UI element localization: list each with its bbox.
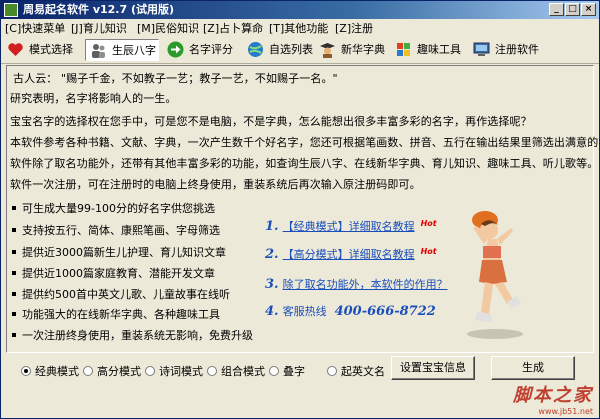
toolbar-label: 生辰八字 — [112, 44, 156, 57]
intro-line: 软件除了取名功能外，还带有其他丰富多彩的功能，如查询生辰八字、在线新华字典、育儿… — [10, 157, 599, 170]
toolbar-custom-list[interactable]: 自选列表 — [243, 39, 319, 61]
toolbar: 模式选择 生辰八字 名字评分 自选列表 新华字典 趣味工具 注册软件 — [1, 38, 599, 64]
radio-indicator — [145, 366, 155, 376]
maximize-button[interactable]: □ — [565, 3, 580, 16]
feature-bullet: 支持按五行、简体、康熙笔画、字母筛选 — [12, 222, 220, 238]
close-button[interactable]: × — [581, 3, 596, 16]
girl-illustration — [467, 211, 523, 339]
mode-radio-repeat[interactable]: 叠字 — [269, 363, 305, 379]
menu-divination[interactable]: [Z]占卜算命 — [203, 19, 263, 38]
intro-line: 宝宝名字的选择权在您手中，可是您不是电脑，不是字典，怎么能想出很多丰富多彩的名字… — [10, 115, 532, 128]
feature-bullet: 可生成大量99-100分的好名字供您挑选 — [12, 200, 215, 216]
people-icon — [90, 42, 107, 59]
toolbar-label: 注册软件 — [495, 43, 539, 56]
toolbar-fun-tools[interactable]: 趣味工具 — [391, 39, 469, 61]
title-bar[interactable]: 周易起名软件 v12.7 (试用版) _ □ × — [1, 1, 599, 19]
mode-radio-english[interactable]: 起英文名 — [327, 363, 385, 379]
mode-radio-highscore[interactable]: 高分模式 — [83, 363, 141, 379]
intro-quote: 古人云： "赐子千金，不如教子一艺；教子一艺，不如赐子一名。" — [13, 72, 338, 85]
radio-indicator — [21, 366, 31, 376]
set-baby-info-button[interactable]: 设置宝宝信息 — [391, 356, 475, 380]
link-software-features[interactable]: 3. 除了取名功能外，本软件的作用？ — [265, 276, 448, 292]
generate-button[interactable]: 生成 — [491, 356, 575, 380]
radio-indicator — [83, 366, 93, 376]
feature-bullet: 功能强大的在线新华字典、各种趣味工具 — [12, 306, 220, 322]
toolbar-label: 名字评分 — [189, 43, 233, 56]
app-window: 周易起名软件 v12.7 (试用版) _ □ × [C]快速菜单 [J]育儿知识… — [0, 0, 600, 419]
intro-line: 研究表明，名字将影响人的一生。 — [10, 92, 177, 105]
intro-line: 本软件参考各种书籍、文献、字典，一次产生数千个好名字，您还可根据笔画数、拼音、五… — [10, 136, 600, 149]
link-classic-tutorial[interactable]: 1. 【经典模式】详细取名教程 Hot — [265, 218, 437, 234]
mode-radio-poetry[interactable]: 诗词模式 — [145, 363, 203, 379]
toolbar-label: 自选列表 — [269, 43, 313, 56]
intro-line: 软件一次注册，可在注册时的电脑上终身使用，重装系统后再次输入原注册码即可。 — [10, 178, 421, 191]
minimize-button[interactable]: _ — [549, 3, 564, 16]
radio-indicator — [207, 366, 217, 376]
toolbar-register[interactable]: 注册软件 — [469, 39, 547, 61]
radio-indicator — [269, 366, 279, 376]
toolbar-mode-select[interactable]: 模式选择 — [3, 39, 81, 61]
feature-bullet: 提供近1000篇家庭教育、潜能开发文章 — [12, 265, 215, 281]
link-highscore-tutorial[interactable]: 2. 【高分模式】详细取名教程 Hot — [265, 246, 437, 262]
toolbar-label: 趣味工具 — [417, 43, 461, 56]
site-watermark: 脚本之家 www.jb51.net — [513, 385, 593, 416]
windows-flag-icon — [395, 41, 412, 58]
arrow-right-icon — [167, 41, 184, 58]
mode-radio-classic[interactable]: 经典模式 — [21, 363, 79, 379]
main-panel: 古人云： "赐子千金，不如教子一艺；教子一艺，不如赐子一名。" 研究表明，名字将… — [6, 65, 600, 353]
menu-register[interactable]: [Z]注册 — [335, 19, 373, 38]
toolbar-name-score[interactable]: 名字评分 — [163, 39, 241, 61]
menu-bar: [C]快速菜单 [J]育儿知识 [M]民俗知识 [Z]占卜算命 [T]其他功能 … — [1, 19, 599, 39]
toolbar-label: 新华字典 — [341, 43, 385, 56]
menu-parenting[interactable]: [J]育儿知识 — [71, 19, 127, 38]
heart-icon — [7, 41, 24, 58]
feature-bullet: 提供约500首中英文儿歌、儿童故事在线听 — [12, 286, 230, 302]
menu-other[interactable]: [T]其他功能 — [269, 19, 328, 38]
customer-hotline: 4. 客服热线 400-666-8722 — [265, 304, 436, 319]
radio-indicator — [327, 366, 337, 376]
feature-bullet: 一次注册终身使用，重装系统无影响，免费升级 — [12, 327, 253, 343]
mode-radio-combo[interactable]: 组合模式 — [207, 363, 265, 379]
toolbar-label: 模式选择 — [29, 43, 73, 56]
menu-quick[interactable]: [C]快速菜单 — [5, 19, 65, 38]
app-icon — [4, 3, 18, 17]
feature-bullet: 提供近3000篇新生儿护理、育儿知识文章 — [12, 244, 226, 260]
toolbar-xinhua-dictionary[interactable]: 新华字典 — [315, 39, 391, 61]
toolbar-birth-chart[interactable]: 生辰八字 — [85, 39, 159, 61]
menu-folk[interactable]: [M]民俗知识 — [137, 19, 199, 38]
window-title: 周易起名软件 v12.7 (试用版) — [23, 3, 175, 16]
monitor-icon — [473, 41, 490, 58]
globe-icon — [247, 41, 264, 58]
scholar-icon — [319, 41, 336, 58]
